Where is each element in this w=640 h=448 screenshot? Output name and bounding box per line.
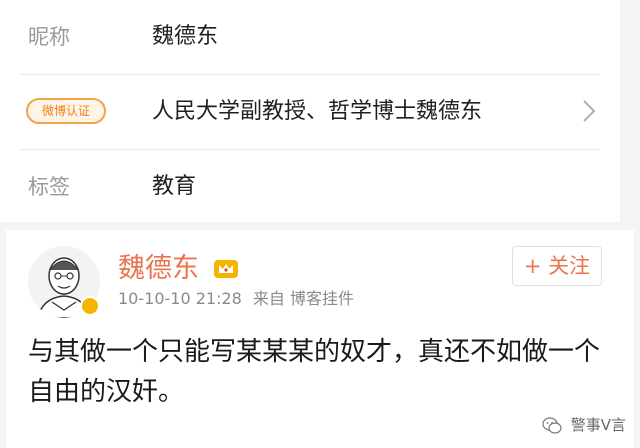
nickname-row: 昵称 魏德东 [0,0,620,74]
watermark-text: 警事V言 [570,416,627,434]
nickname-label: 昵称 [28,25,70,49]
post-timestamp: 10-10-10 21:28 [118,289,242,308]
post-content: 与其做一个只能写某某某的奴才，真还不如做一个自由的汉奸。 [28,337,601,407]
wechat-icon [542,416,562,434]
watermark: 警事V言 [542,414,626,436]
tags-row: 标签 教育 [0,150,620,224]
follow-button[interactable]: + 关注 [512,246,602,286]
crown-icon [214,260,238,278]
nickname-value: 魏德东 [152,24,219,49]
post-meta: 10-10-10 21:28 来自 博客挂件 [118,288,354,310]
profile-info-panel: 昵称 魏德东 微博认证 人民大学副教授、哲学博士魏德东 标签 教育 [0,0,620,222]
tags-value: 教育 [152,174,197,199]
tags-label: 标签 [28,175,70,199]
weibo-post-card: 魏德东 10-10-10 21:28 来自 博客挂件 + 关注 与其做一个只能写… [6,230,634,448]
post-source: 来自 博客挂件 [252,289,355,308]
chevron-right-icon[interactable] [582,99,596,123]
verification-value: 人民大学副教授、哲学博士魏德东 [152,99,483,124]
verification-row[interactable]: 微博认证 人民大学副教授、哲学博士魏德东 [0,75,620,149]
post-author-name[interactable]: 魏德东 [118,252,199,286]
verified-v-icon [80,296,100,316]
weibo-verified-badge: 微博认证 [26,98,106,124]
